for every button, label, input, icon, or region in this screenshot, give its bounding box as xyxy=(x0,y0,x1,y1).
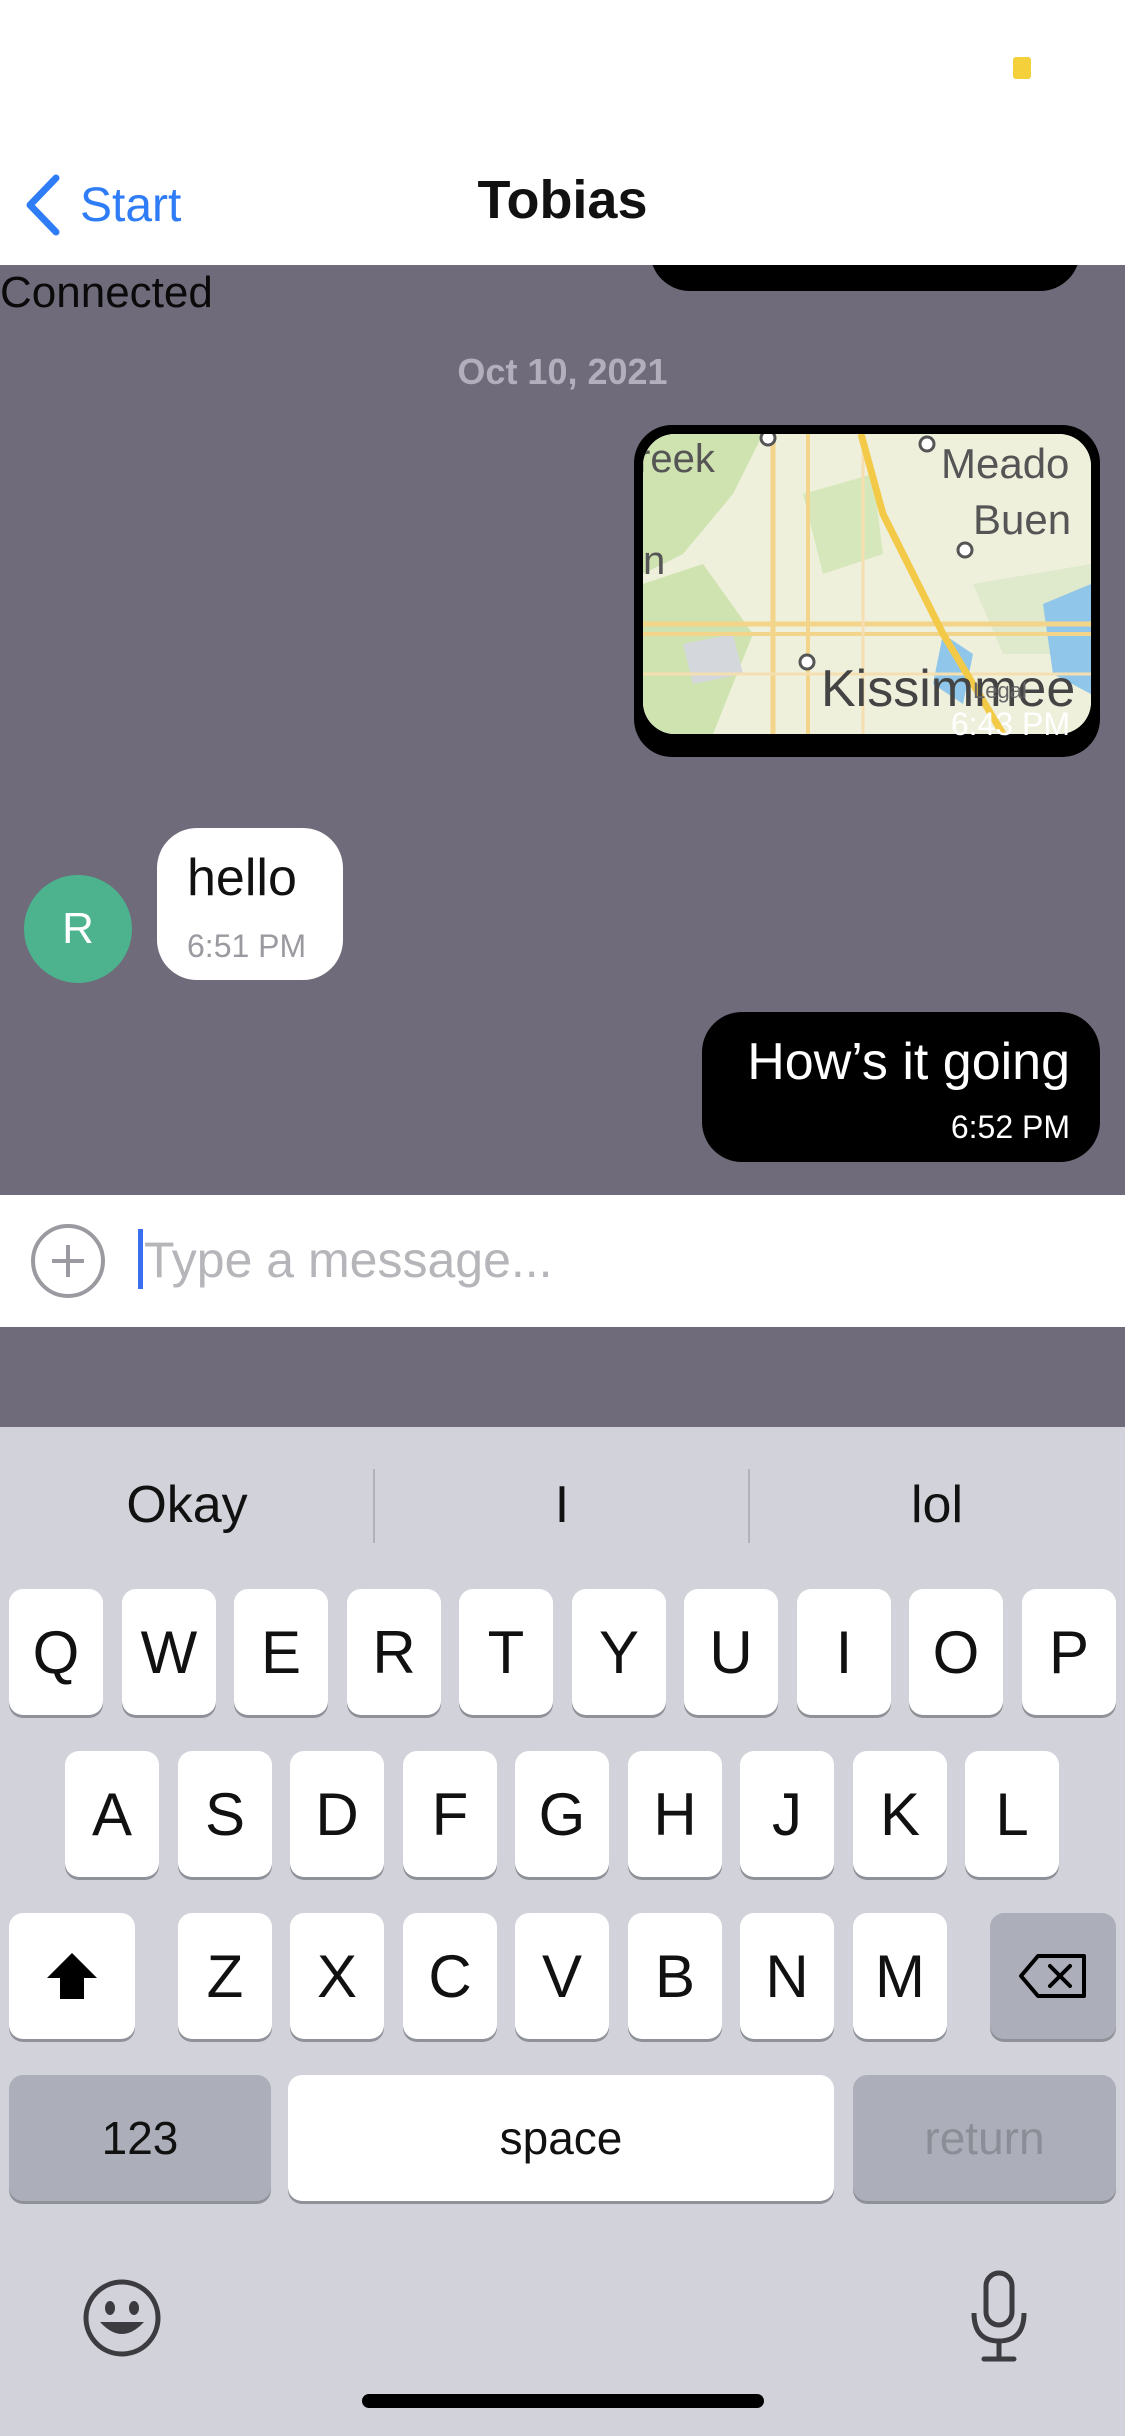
key-g[interactable]: G xyxy=(515,1751,609,1877)
key-l[interactable]: L xyxy=(965,1751,1059,1877)
message-list[interactable]: Connected Oct 10, 2021 reek Meado Buen n… xyxy=(0,265,1125,1195)
key-e[interactable]: E xyxy=(234,1589,328,1715)
key-c[interactable]: C xyxy=(403,1913,497,2039)
key-h[interactable]: H xyxy=(628,1751,722,1877)
numbers-key[interactable]: 123 xyxy=(9,2075,271,2201)
predictive-suggestions: Okay I lol xyxy=(0,1427,1125,1582)
map-label: reek xyxy=(643,437,716,481)
battery-indicator-icon xyxy=(1013,57,1031,79)
key-m[interactable]: M xyxy=(853,1913,947,2039)
map-legal-label: Legal xyxy=(973,678,1027,703)
key-k[interactable]: K xyxy=(853,1751,947,1877)
date-header: Oct 10, 2021 xyxy=(457,351,668,392)
microphone-icon[interactable] xyxy=(966,2269,1032,2365)
key-j[interactable]: J xyxy=(740,1751,834,1877)
key-u[interactable]: U xyxy=(684,1589,778,1715)
key-s[interactable]: S xyxy=(178,1751,272,1877)
emoji-icon[interactable] xyxy=(82,2278,162,2358)
message-timestamp: 6:51 PM xyxy=(187,928,307,964)
key-v[interactable]: V xyxy=(515,1913,609,2039)
map-image: reek Meado Buen n Kissimmee Legal xyxy=(643,434,1091,734)
key-d[interactable]: D xyxy=(290,1751,384,1877)
key-r[interactable]: R xyxy=(347,1589,441,1715)
key-y[interactable]: Y xyxy=(572,1589,666,1715)
key-w[interactable]: W xyxy=(122,1589,216,1715)
suggestion-item[interactable]: lol xyxy=(750,1427,1124,1582)
key-q[interactable]: Q xyxy=(9,1589,103,1715)
avatar-initial: R xyxy=(62,904,94,953)
chat-background-strip xyxy=(0,1327,1125,1427)
previous-message-bubble xyxy=(650,265,1080,291)
plus-circle-icon[interactable] xyxy=(30,1223,106,1299)
map-label: n xyxy=(643,539,665,583)
suggestion-item[interactable]: Okay xyxy=(0,1427,374,1582)
delete-key[interactable] xyxy=(990,1913,1116,2039)
message-text: How’s it going xyxy=(747,1033,1070,1091)
key-n[interactable]: N xyxy=(740,1913,834,2039)
outgoing-map-message[interactable]: reek Meado Buen n Kissimmee Legal 6:43 P… xyxy=(634,425,1100,757)
message-input[interactable] xyxy=(140,1215,1094,1305)
shift-key[interactable] xyxy=(9,1913,135,2039)
message-timestamp: 6:43 PM xyxy=(950,706,1070,742)
navigation-bar: Start Tobias xyxy=(0,140,1125,265)
status-bar xyxy=(0,0,1125,140)
incoming-message[interactable]: hello 6:51 PM xyxy=(157,828,343,980)
message-timestamp: 6:52 PM xyxy=(950,1109,1070,1145)
space-key[interactable]: space xyxy=(288,2075,834,2201)
delete-backspace-icon xyxy=(1019,1954,1086,1998)
message-composer xyxy=(0,1195,1125,1327)
outgoing-message[interactable]: How’s it going 6:52 PM xyxy=(702,1012,1100,1162)
map-label: Meado xyxy=(941,440,1069,487)
key-f[interactable]: F xyxy=(403,1751,497,1877)
map-label: Buen xyxy=(973,496,1071,543)
keyboard: Okay I lol Q W E R T Y U I O P A S D F G… xyxy=(0,1427,1125,2436)
key-p[interactable]: P xyxy=(1022,1589,1116,1715)
key-i[interactable]: I xyxy=(797,1589,891,1715)
key-a[interactable]: A xyxy=(65,1751,159,1877)
key-b[interactable]: B xyxy=(628,1913,722,2039)
shift-icon xyxy=(47,1953,97,1999)
connection-status: Connected xyxy=(0,268,213,317)
key-t[interactable]: T xyxy=(459,1589,553,1715)
message-text: hello xyxy=(187,849,297,907)
key-o[interactable]: O xyxy=(909,1589,1003,1715)
return-key[interactable]: return xyxy=(853,2075,1116,2201)
key-x[interactable]: X xyxy=(290,1913,384,2039)
suggestion-item[interactable]: I xyxy=(375,1427,749,1582)
key-z[interactable]: Z xyxy=(178,1913,272,2039)
conversation-title: Tobias xyxy=(477,170,648,230)
map-thumbnail[interactable]: reek Meado Buen n Kissimmee Legal xyxy=(643,434,1091,734)
home-indicator[interactable] xyxy=(362,2394,764,2408)
avatar[interactable]: R xyxy=(24,875,132,983)
